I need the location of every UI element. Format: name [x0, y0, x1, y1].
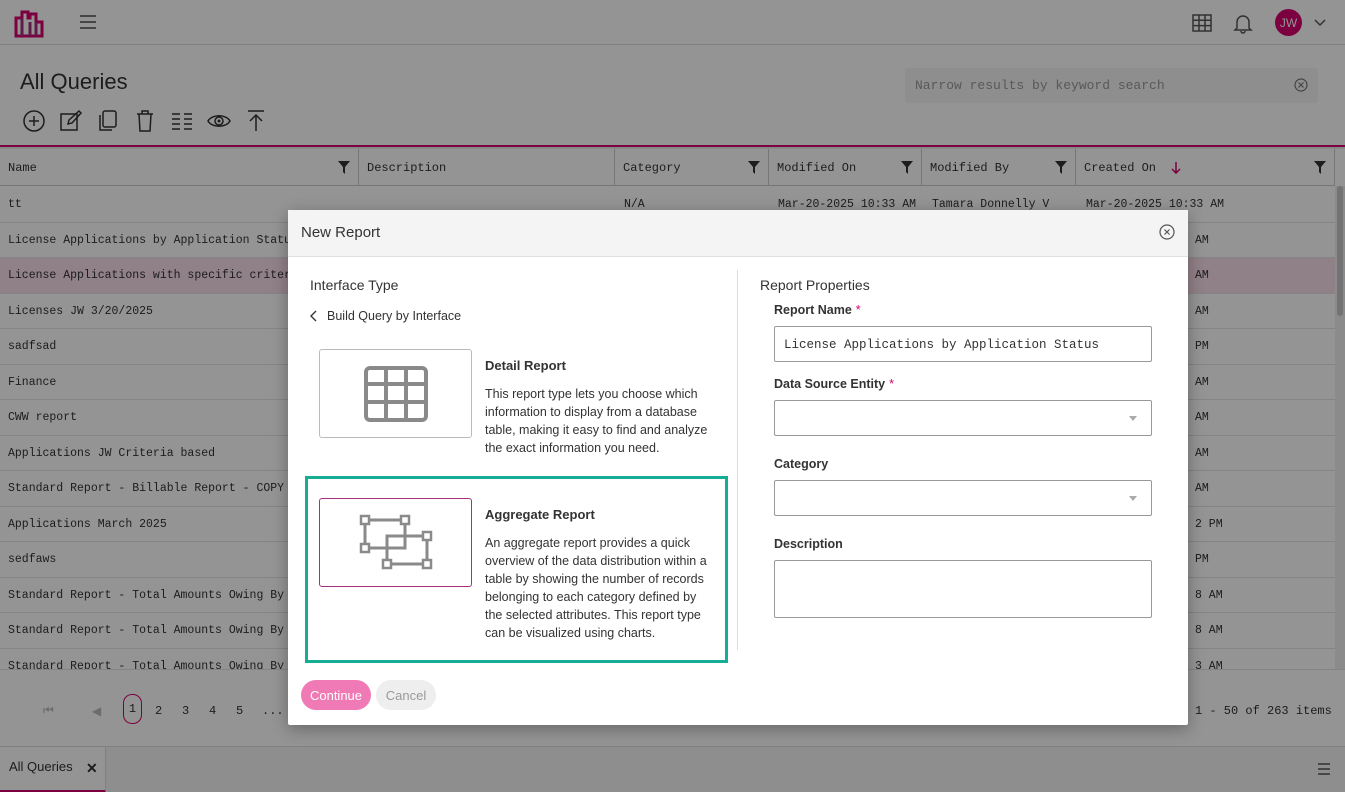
label-text: Report Name: [774, 303, 852, 317]
dialog-header: New Report: [288, 210, 1188, 257]
aggregate-selection-icon: [359, 514, 432, 569]
dropdown-caret-icon: [1129, 496, 1137, 501]
back-link-label: Build Query by Interface: [327, 309, 462, 323]
category-dropdown[interactable]: [774, 480, 1152, 516]
dropdown-caret-icon: [1129, 416, 1137, 421]
category-label: Category: [774, 457, 829, 471]
report-name-label: Report Name *: [774, 303, 861, 317]
required-marker: *: [889, 377, 895, 391]
report-name-input[interactable]: License Applications by Application Stat…: [774, 326, 1152, 362]
aggregate-report-description: An aggregate report provides a quick ove…: [485, 536, 707, 640]
description-label: Description: [774, 537, 843, 551]
interface-type-title: Interface Type: [310, 277, 399, 293]
close-icon[interactable]: [1159, 224, 1175, 240]
label-text: Data Source Entity: [774, 377, 886, 391]
cancel-button[interactable]: Cancel: [376, 680, 436, 710]
description-textarea[interactable]: [774, 560, 1152, 618]
report-properties-title: Report Properties: [760, 277, 870, 293]
new-report-dialog: New Report Interface Type Build Query by…: [288, 210, 1188, 725]
detail-report-card[interactable]: [319, 349, 472, 438]
dialog-title: New Report: [301, 224, 381, 241]
aggregate-report-card[interactable]: [319, 498, 472, 587]
chevron-left-icon: [310, 310, 317, 322]
data-source-label: Data Source Entity *: [774, 377, 894, 391]
panel-divider: [737, 270, 738, 650]
table-icon: [363, 365, 428, 422]
aggregate-report-title: Aggregate Report: [485, 507, 595, 522]
continue-button[interactable]: Continue: [301, 680, 371, 710]
detail-report-description: This report type lets you choose which i…: [485, 387, 708, 455]
detail-report-title: Detail Report: [485, 358, 566, 373]
required-marker: *: [855, 303, 861, 317]
data-source-dropdown[interactable]: [774, 400, 1152, 436]
back-build-query-link[interactable]: Build Query by Interface: [310, 309, 461, 323]
